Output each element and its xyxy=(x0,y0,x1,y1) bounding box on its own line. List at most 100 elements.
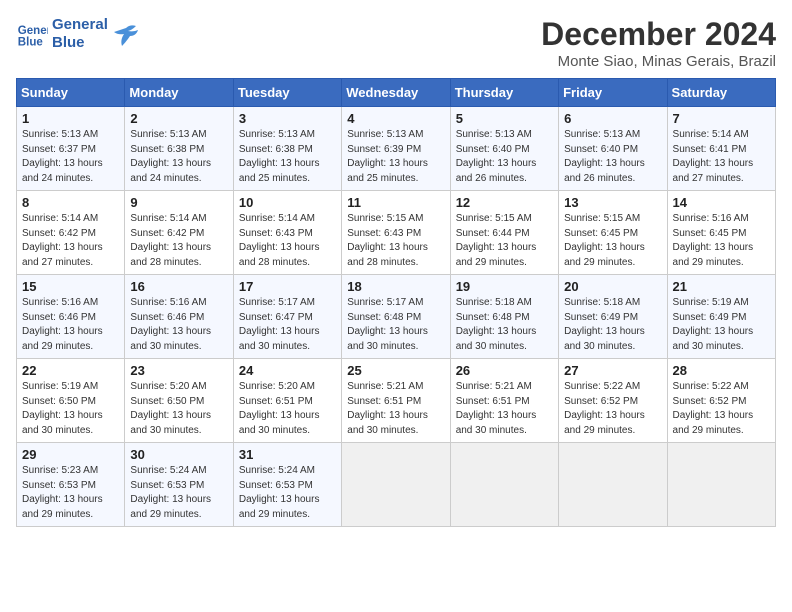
header-monday: Monday xyxy=(125,79,233,107)
day-number: 19 xyxy=(456,279,553,294)
day-number: 22 xyxy=(22,363,119,378)
month-year-title: December 2024 xyxy=(541,16,776,53)
day-number: 4 xyxy=(347,111,444,126)
day-info: Sunrise: 5:18 AMSunset: 6:48 PMDaylight:… xyxy=(456,296,553,354)
day-number: 3 xyxy=(239,111,336,126)
calendar-cell: 15 Sunrise: 5:16 AMSunset: 6:46 PMDaylig… xyxy=(17,275,125,359)
calendar-cell: 7 Sunrise: 5:14 AMSunset: 6:41 PMDayligh… xyxy=(667,107,775,191)
header-tuesday: Tuesday xyxy=(233,79,341,107)
header-friday: Friday xyxy=(559,79,667,107)
header-saturday: Saturday xyxy=(667,79,775,107)
day-info: Sunrise: 5:14 AMSunset: 6:42 PMDaylight:… xyxy=(130,212,227,270)
calendar-cell xyxy=(450,443,558,527)
header-thursday: Thursday xyxy=(450,79,558,107)
location-subtitle: Monte Siao, Minas Gerais, Brazil xyxy=(541,53,776,70)
logo-icon: General Blue xyxy=(16,18,48,50)
calendar-cell: 17 Sunrise: 5:17 AMSunset: 6:47 PMDaylig… xyxy=(233,275,341,359)
day-number: 23 xyxy=(130,363,227,378)
logo: General Blue General Blue xyxy=(16,16,140,52)
day-info: Sunrise: 5:19 AMSunset: 6:49 PMDaylight:… xyxy=(673,296,770,354)
day-info: Sunrise: 5:13 AMSunset: 6:38 PMDaylight:… xyxy=(239,128,336,186)
day-info: Sunrise: 5:23 AMSunset: 6:53 PMDaylight:… xyxy=(22,464,119,522)
day-number: 20 xyxy=(564,279,661,294)
day-number: 2 xyxy=(130,111,227,126)
calendar-cell: 26 Sunrise: 5:21 AMSunset: 6:51 PMDaylig… xyxy=(450,359,558,443)
day-info: Sunrise: 5:16 AMSunset: 6:46 PMDaylight:… xyxy=(22,296,119,354)
day-info: Sunrise: 5:13 AMSunset: 6:40 PMDaylight:… xyxy=(456,128,553,186)
calendar-header-row: Sunday Monday Tuesday Wednesday Thursday… xyxy=(17,79,776,107)
page-header: General Blue General Blue December 2024 … xyxy=(16,16,776,70)
header-wednesday: Wednesday xyxy=(342,79,450,107)
day-number: 13 xyxy=(564,195,661,210)
calendar-cell: 20 Sunrise: 5:18 AMSunset: 6:49 PMDaylig… xyxy=(559,275,667,359)
calendar-cell: 28 Sunrise: 5:22 AMSunset: 6:52 PMDaylig… xyxy=(667,359,775,443)
calendar-cell xyxy=(342,443,450,527)
day-number: 26 xyxy=(456,363,553,378)
logo-bird-icon xyxy=(112,20,140,48)
day-number: 28 xyxy=(673,363,770,378)
calendar-cell: 3 Sunrise: 5:13 AMSunset: 6:38 PMDayligh… xyxy=(233,107,341,191)
calendar-cell: 5 Sunrise: 5:13 AMSunset: 6:40 PMDayligh… xyxy=(450,107,558,191)
day-info: Sunrise: 5:15 AMSunset: 6:43 PMDaylight:… xyxy=(347,212,444,270)
calendar-cell: 21 Sunrise: 5:19 AMSunset: 6:49 PMDaylig… xyxy=(667,275,775,359)
day-number: 27 xyxy=(564,363,661,378)
calendar-cell: 23 Sunrise: 5:20 AMSunset: 6:50 PMDaylig… xyxy=(125,359,233,443)
calendar-cell: 31 Sunrise: 5:24 AMSunset: 6:53 PMDaylig… xyxy=(233,443,341,527)
day-number: 8 xyxy=(22,195,119,210)
calendar-cell: 19 Sunrise: 5:18 AMSunset: 6:48 PMDaylig… xyxy=(450,275,558,359)
calendar-cell xyxy=(559,443,667,527)
day-number: 21 xyxy=(673,279,770,294)
day-info: Sunrise: 5:15 AMSunset: 6:45 PMDaylight:… xyxy=(564,212,661,270)
calendar-cell: 14 Sunrise: 5:16 AMSunset: 6:45 PMDaylig… xyxy=(667,191,775,275)
logo-text-blue: Blue xyxy=(52,34,108,52)
day-number: 7 xyxy=(673,111,770,126)
calendar-cell: 11 Sunrise: 5:15 AMSunset: 6:43 PMDaylig… xyxy=(342,191,450,275)
day-number: 6 xyxy=(564,111,661,126)
calendar-cell: 6 Sunrise: 5:13 AMSunset: 6:40 PMDayligh… xyxy=(559,107,667,191)
day-number: 16 xyxy=(130,279,227,294)
day-info: Sunrise: 5:14 AMSunset: 6:43 PMDaylight:… xyxy=(239,212,336,270)
day-number: 11 xyxy=(347,195,444,210)
calendar-week-row: 15 Sunrise: 5:16 AMSunset: 6:46 PMDaylig… xyxy=(17,275,776,359)
day-info: Sunrise: 5:20 AMSunset: 6:51 PMDaylight:… xyxy=(239,380,336,438)
day-info: Sunrise: 5:21 AMSunset: 6:51 PMDaylight:… xyxy=(347,380,444,438)
calendar-cell: 30 Sunrise: 5:24 AMSunset: 6:53 PMDaylig… xyxy=(125,443,233,527)
day-info: Sunrise: 5:14 AMSunset: 6:41 PMDaylight:… xyxy=(673,128,770,186)
day-info: Sunrise: 5:14 AMSunset: 6:42 PMDaylight:… xyxy=(22,212,119,270)
day-info: Sunrise: 5:20 AMSunset: 6:50 PMDaylight:… xyxy=(130,380,227,438)
calendar-cell: 1 Sunrise: 5:13 AMSunset: 6:37 PMDayligh… xyxy=(17,107,125,191)
day-number: 31 xyxy=(239,447,336,462)
day-info: Sunrise: 5:13 AMSunset: 6:39 PMDaylight:… xyxy=(347,128,444,186)
calendar-cell: 13 Sunrise: 5:15 AMSunset: 6:45 PMDaylig… xyxy=(559,191,667,275)
day-number: 15 xyxy=(22,279,119,294)
day-number: 12 xyxy=(456,195,553,210)
calendar-cell xyxy=(667,443,775,527)
day-info: Sunrise: 5:19 AMSunset: 6:50 PMDaylight:… xyxy=(22,380,119,438)
day-info: Sunrise: 5:13 AMSunset: 6:37 PMDaylight:… xyxy=(22,128,119,186)
day-info: Sunrise: 5:22 AMSunset: 6:52 PMDaylight:… xyxy=(673,380,770,438)
calendar-cell: 18 Sunrise: 5:17 AMSunset: 6:48 PMDaylig… xyxy=(342,275,450,359)
day-info: Sunrise: 5:24 AMSunset: 6:53 PMDaylight:… xyxy=(130,464,227,522)
calendar-cell: 25 Sunrise: 5:21 AMSunset: 6:51 PMDaylig… xyxy=(342,359,450,443)
day-info: Sunrise: 5:18 AMSunset: 6:49 PMDaylight:… xyxy=(564,296,661,354)
day-info: Sunrise: 5:16 AMSunset: 6:45 PMDaylight:… xyxy=(673,212,770,270)
day-number: 5 xyxy=(456,111,553,126)
calendar-week-row: 1 Sunrise: 5:13 AMSunset: 6:37 PMDayligh… xyxy=(17,107,776,191)
calendar-cell: 24 Sunrise: 5:20 AMSunset: 6:51 PMDaylig… xyxy=(233,359,341,443)
day-info: Sunrise: 5:13 AMSunset: 6:40 PMDaylight:… xyxy=(564,128,661,186)
calendar-week-row: 29 Sunrise: 5:23 AMSunset: 6:53 PMDaylig… xyxy=(17,443,776,527)
day-info: Sunrise: 5:21 AMSunset: 6:51 PMDaylight:… xyxy=(456,380,553,438)
calendar-cell: 29 Sunrise: 5:23 AMSunset: 6:53 PMDaylig… xyxy=(17,443,125,527)
calendar-cell: 4 Sunrise: 5:13 AMSunset: 6:39 PMDayligh… xyxy=(342,107,450,191)
calendar-week-row: 8 Sunrise: 5:14 AMSunset: 6:42 PMDayligh… xyxy=(17,191,776,275)
calendar-cell: 16 Sunrise: 5:16 AMSunset: 6:46 PMDaylig… xyxy=(125,275,233,359)
title-area: December 2024 Monte Siao, Minas Gerais, … xyxy=(541,16,776,70)
calendar-cell: 8 Sunrise: 5:14 AMSunset: 6:42 PMDayligh… xyxy=(17,191,125,275)
logo-text-general: General xyxy=(52,16,108,34)
day-number: 25 xyxy=(347,363,444,378)
day-info: Sunrise: 5:17 AMSunset: 6:48 PMDaylight:… xyxy=(347,296,444,354)
day-info: Sunrise: 5:16 AMSunset: 6:46 PMDaylight:… xyxy=(130,296,227,354)
calendar-week-row: 22 Sunrise: 5:19 AMSunset: 6:50 PMDaylig… xyxy=(17,359,776,443)
calendar-cell: 9 Sunrise: 5:14 AMSunset: 6:42 PMDayligh… xyxy=(125,191,233,275)
day-number: 9 xyxy=(130,195,227,210)
